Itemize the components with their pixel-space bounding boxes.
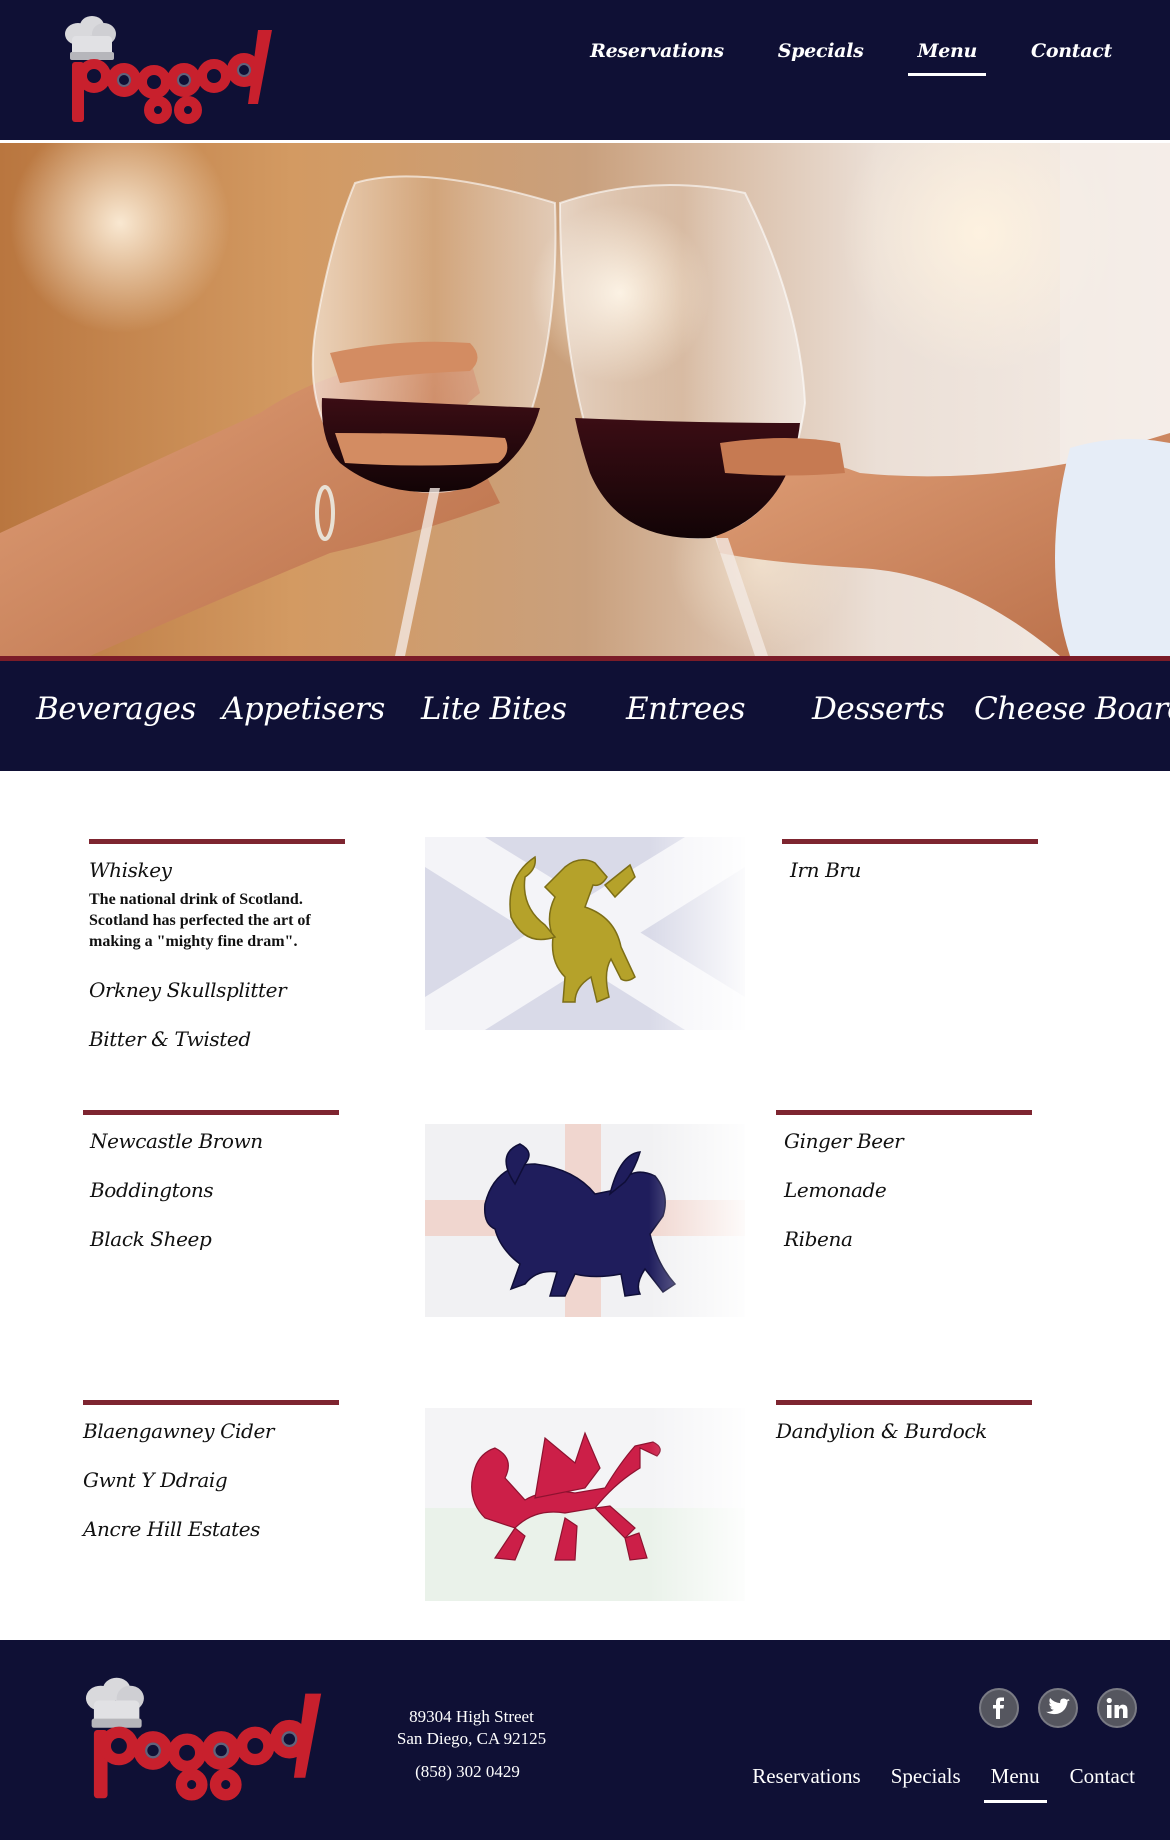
menu-item[interactable]: Irn Bru [782, 858, 1042, 882]
menu-item[interactable]: Ginger Beer [776, 1129, 1036, 1153]
site-footer: 89304 High Street San Diego, CA 92125 (8… [0, 1640, 1170, 1840]
wales-right-column: Dandylion & Burdock [776, 1400, 1036, 1468]
menu-item[interactable]: Ribena [776, 1227, 1036, 1251]
menu-item[interactable]: Gwnt Y Ddraig [83, 1468, 343, 1492]
nav-specials[interactable]: Specials [778, 40, 864, 82]
section-divider [776, 1110, 1032, 1115]
wales-left-column: Blaengawney Cider Gwnt Y Ddraig Ancre Hi… [83, 1400, 343, 1566]
section-divider [782, 839, 1038, 844]
menu-item[interactable]: Whiskey [89, 858, 349, 882]
pogged-logo-icon [85, 1677, 322, 1801]
welsh-dragon-flag-icon [425, 1408, 745, 1601]
footer-nav-contact[interactable]: Contact [1070, 1764, 1135, 1803]
menu-category-bar: Beverages Appetisers Lite Bites Entrees … [0, 661, 1170, 771]
footer-nav-specials[interactable]: Specials [891, 1764, 961, 1803]
footer-nav-reservations[interactable]: Reservations [752, 1764, 860, 1803]
main-nav: Reservations Specials Menu Contact [590, 40, 1112, 82]
menu-item[interactable]: Orkney Skullsplitter [89, 978, 349, 1002]
pogged-logo-icon [65, 16, 272, 124]
footer-address: 89304 High Street San Diego, CA 92125 [380, 1706, 563, 1750]
nav-menu[interactable]: Menu [908, 40, 986, 82]
category-entrees[interactable]: Entrees [626, 691, 745, 727]
footer-logo[interactable] [78, 1668, 328, 1808]
wine-glasses-toast-icon [0, 143, 1170, 656]
address-line-2: San Diego, CA 92125 [396, 1729, 547, 1748]
category-cheese-board[interactable]: Cheese Board [974, 691, 1170, 727]
footer-phone[interactable]: (858) 302 0429 [380, 1762, 555, 1782]
site-header: Reservations Specials Menu Contact [0, 0, 1170, 140]
scottish-lion-flag-icon [425, 837, 745, 1030]
england-left-column: Newcastle Brown Boddingtons Black Sheep [83, 1110, 343, 1276]
logo[interactable] [58, 8, 278, 130]
scotland-left-column: Whiskey The national drink of Scotland. … [89, 839, 349, 1076]
twitter-icon[interactable] [1038, 1688, 1078, 1728]
english-lion-flag-icon [425, 1124, 745, 1317]
menu-item[interactable]: Blaengawney Cider [83, 1419, 343, 1443]
menu-item[interactable]: Dandylion & Burdock [776, 1419, 1036, 1443]
section-divider [776, 1400, 1032, 1405]
menu-item[interactable]: Black Sheep [83, 1227, 343, 1251]
hero-image [0, 143, 1170, 656]
menu-item[interactable]: Ancre Hill Estates [83, 1517, 343, 1541]
menu-item-description: The national drink of Scotland. Scotland… [89, 891, 311, 950]
england-right-column: Ginger Beer Lemonade Ribena [776, 1110, 1036, 1276]
address-line-1: 89304 High Street [409, 1707, 534, 1726]
menu-item[interactable]: Lemonade [776, 1178, 1036, 1202]
wales-flag-image [425, 1408, 745, 1601]
section-divider [83, 1400, 339, 1405]
category-appetisers[interactable]: Appetisers [222, 691, 385, 727]
section-divider [89, 839, 345, 844]
footer-nav: Reservations Specials Menu Contact [752, 1764, 1135, 1803]
facebook-icon[interactable] [979, 1688, 1019, 1728]
category-lite-bites[interactable]: Lite Bites [421, 691, 567, 727]
footer-nav-menu[interactable]: Menu [983, 1764, 1047, 1803]
menu-item[interactable]: Bitter & Twisted [89, 1027, 349, 1051]
nav-reservations[interactable]: Reservations [590, 40, 724, 82]
category-beverages[interactable]: Beverages [36, 691, 196, 727]
category-desserts[interactable]: Desserts [812, 691, 945, 727]
nav-contact[interactable]: Contact [1031, 40, 1112, 82]
menu-item[interactable]: Boddingtons [83, 1178, 343, 1202]
england-flag-image [425, 1124, 745, 1317]
scotland-flag-image [425, 837, 745, 1030]
scotland-right-column: Irn Bru [782, 839, 1042, 907]
linkedin-icon[interactable] [1097, 1688, 1137, 1728]
menu-item[interactable]: Newcastle Brown [83, 1129, 343, 1153]
section-divider [83, 1110, 339, 1115]
